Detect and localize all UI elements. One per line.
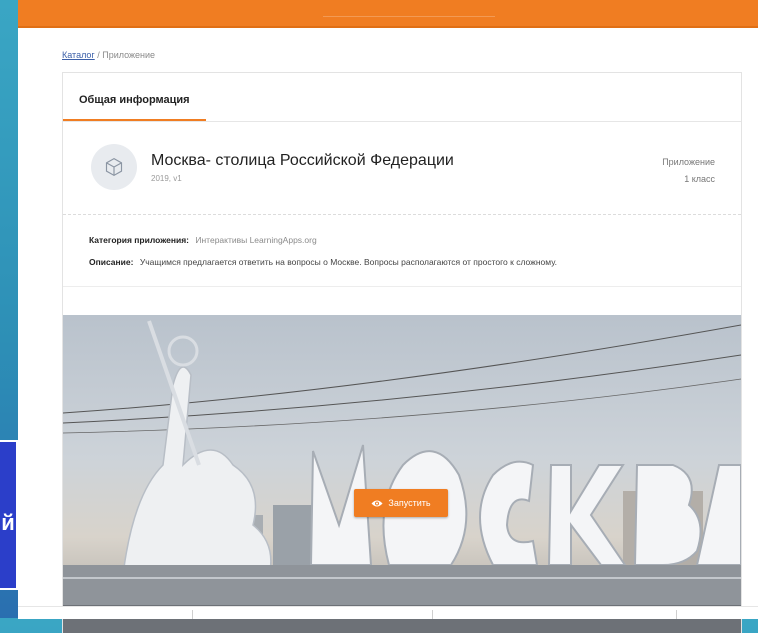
- tab-bar: Общая информация: [63, 73, 741, 122]
- description-value: Учащимся предлагается ответить на вопрос…: [139, 257, 557, 267]
- app-meta: Приложение 1 класс: [662, 154, 715, 188]
- left-slide-glyph: й: [1, 510, 15, 535]
- breadcrumb-current: Приложение: [102, 50, 156, 60]
- breadcrumb: Каталог / Приложение: [62, 50, 155, 60]
- category-row: Категория приложения: Интерактивы Learni…: [89, 235, 715, 245]
- app-grade: 1 класс: [684, 174, 715, 184]
- breadcrumb-catalog-link[interactable]: Каталог: [62, 50, 95, 60]
- app-version: 2019, v1: [151, 174, 182, 183]
- page-content: Каталог / Приложение Общая информация Мо…: [18, 28, 758, 633]
- moscow-sign-photo: [63, 320, 741, 633]
- app-avatar: [91, 144, 137, 190]
- breadcrumb-separator: /: [97, 50, 100, 60]
- launch-button-label: Запустить: [388, 498, 431, 508]
- top-orange-bar: [18, 0, 758, 28]
- launch-button[interactable]: Запустить: [354, 489, 448, 517]
- app-title: Москва- столица Российской Федерации: [151, 152, 454, 169]
- description-row: Описание: Учащимся предлагается ответить…: [89, 257, 715, 267]
- cube-icon: [105, 157, 123, 177]
- category-label: Категория приложения:: [89, 235, 189, 245]
- eye-icon: [371, 500, 383, 506]
- description-label: Описание:: [89, 257, 134, 267]
- app-preview-image: Запустить: [63, 315, 741, 633]
- app-type: Приложение: [662, 157, 715, 167]
- category-value: Интерактивы LearningApps.org: [195, 235, 317, 245]
- app-card: Общая информация Москва- столица Российс…: [62, 72, 742, 633]
- section-spacer: [63, 287, 741, 316]
- top-bar-faint-text: [323, 6, 495, 17]
- app-header: Москва- столица Российской Федерации 201…: [63, 122, 741, 215]
- tab-general-info[interactable]: Общая информация: [63, 73, 206, 121]
- page-footer-divider: [18, 606, 758, 619]
- app-info: Категория приложения: Интерактивы Learni…: [63, 215, 741, 287]
